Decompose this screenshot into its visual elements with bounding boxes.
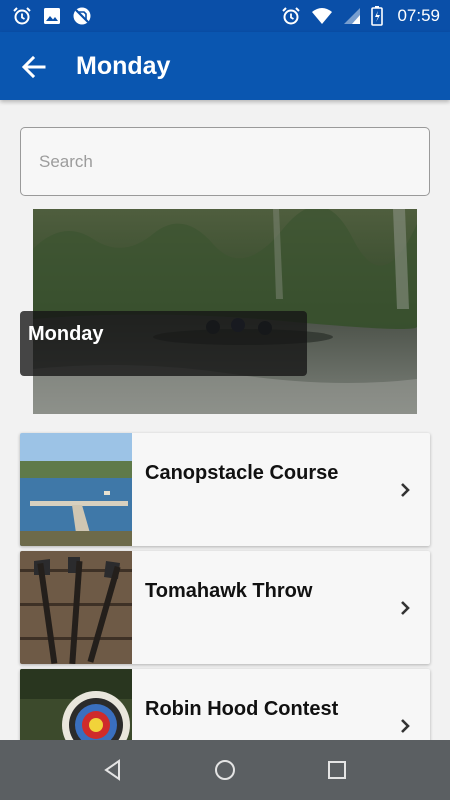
page-title: Monday: [76, 52, 171, 80]
wifi-icon: [311, 6, 333, 26]
list-item[interactable]: Canopstacle Course: [20, 433, 430, 546]
system-nav-bar: [0, 740, 450, 800]
tomahawks-thumbnail: [20, 551, 132, 664]
status-bar: 07:59: [0, 0, 450, 32]
image-icon: [42, 6, 62, 26]
status-clock: 07:59: [397, 6, 440, 25]
list-item-title: Robin Hood Contest: [145, 698, 339, 720]
arrow-left-icon: [18, 55, 50, 87]
list-item-title: Tomahawk Throw: [145, 580, 313, 602]
hero-caption-label: Monday: [28, 323, 104, 345]
signal-icon: [343, 6, 361, 26]
home-circle-icon[interactable]: [213, 758, 237, 782]
app-bar: Monday: [0, 32, 450, 100]
list-item-title: Canopstacle Course: [145, 462, 339, 484]
back-triangle-icon[interactable]: [101, 758, 125, 782]
chevron-right-icon: [398, 599, 412, 617]
back-button[interactable]: [18, 51, 50, 83]
search-input[interactable]: [39, 148, 409, 176]
lake-dock-thumbnail: [20, 433, 132, 546]
chevron-right-icon: [398, 481, 412, 499]
no-sim-icon: [72, 6, 92, 26]
battery-icon: [371, 6, 384, 26]
recents-square-icon[interactable]: [325, 758, 349, 782]
search-box[interactable]: [20, 127, 430, 196]
list-item[interactable]: Tomahawk Throw: [20, 551, 430, 664]
hero-caption: Monday: [20, 311, 307, 376]
alarm-icon: [281, 6, 301, 26]
alarm-icon: [12, 6, 32, 26]
chevron-right-icon: [398, 717, 412, 735]
